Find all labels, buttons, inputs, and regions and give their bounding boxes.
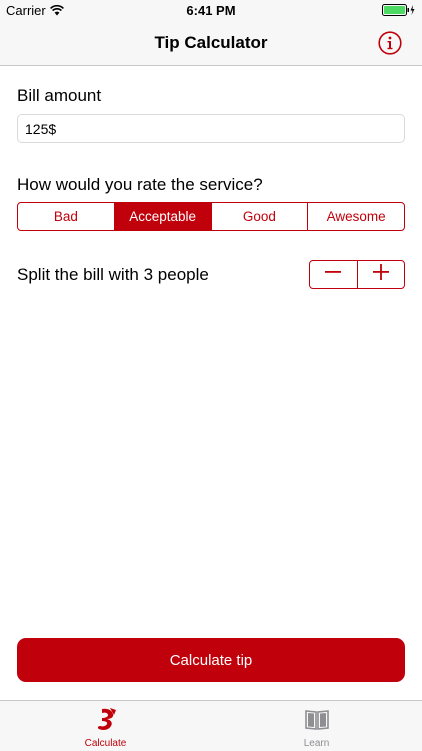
service-rating-label: How would you rate the service? <box>17 175 263 194</box>
book-icon <box>304 707 330 733</box>
tab-learn[interactable]: Learn <box>211 701 422 751</box>
navigation-bar: Tip Calculator <box>0 22 422 66</box>
status-bar: Carrier 6:41 PM <box>0 0 422 22</box>
split-bill-label: Split the bill with 3 people <box>17 265 209 284</box>
rating-option-acceptable[interactable]: Acceptable <box>113 203 211 230</box>
tab-bar: Calculate Learn <box>0 700 422 751</box>
tab-calculate[interactable]: Calculate <box>0 701 211 751</box>
plus-icon <box>372 263 390 286</box>
bill-amount-input[interactable] <box>17 114 405 143</box>
decrement-button[interactable] <box>310 261 357 288</box>
rating-option-good[interactable]: Good <box>210 203 308 230</box>
calculate-tip-button[interactable]: Calculate tip <box>17 638 405 682</box>
status-time: 6:41 PM <box>186 3 236 18</box>
tab-learn-label: Learn <box>303 738 330 749</box>
minus-icon <box>324 263 342 286</box>
info-icon[interactable] <box>378 31 402 55</box>
battery-icon <box>382 4 416 19</box>
page-title: Tip Calculator <box>154 33 268 52</box>
people-stepper <box>309 260 405 289</box>
rating-option-bad[interactable]: Bad <box>18 203 114 230</box>
tab-calculate-label: Calculate <box>84 738 127 749</box>
increment-button[interactable] <box>356 261 405 288</box>
bill-amount-label: Bill amount <box>17 86 102 105</box>
service-rating-segmented-control: Bad Acceptable Good Awesome <box>17 202 405 231</box>
calculate-icon <box>93 707 119 733</box>
rating-option-awesome[interactable]: Awesome <box>307 203 404 230</box>
